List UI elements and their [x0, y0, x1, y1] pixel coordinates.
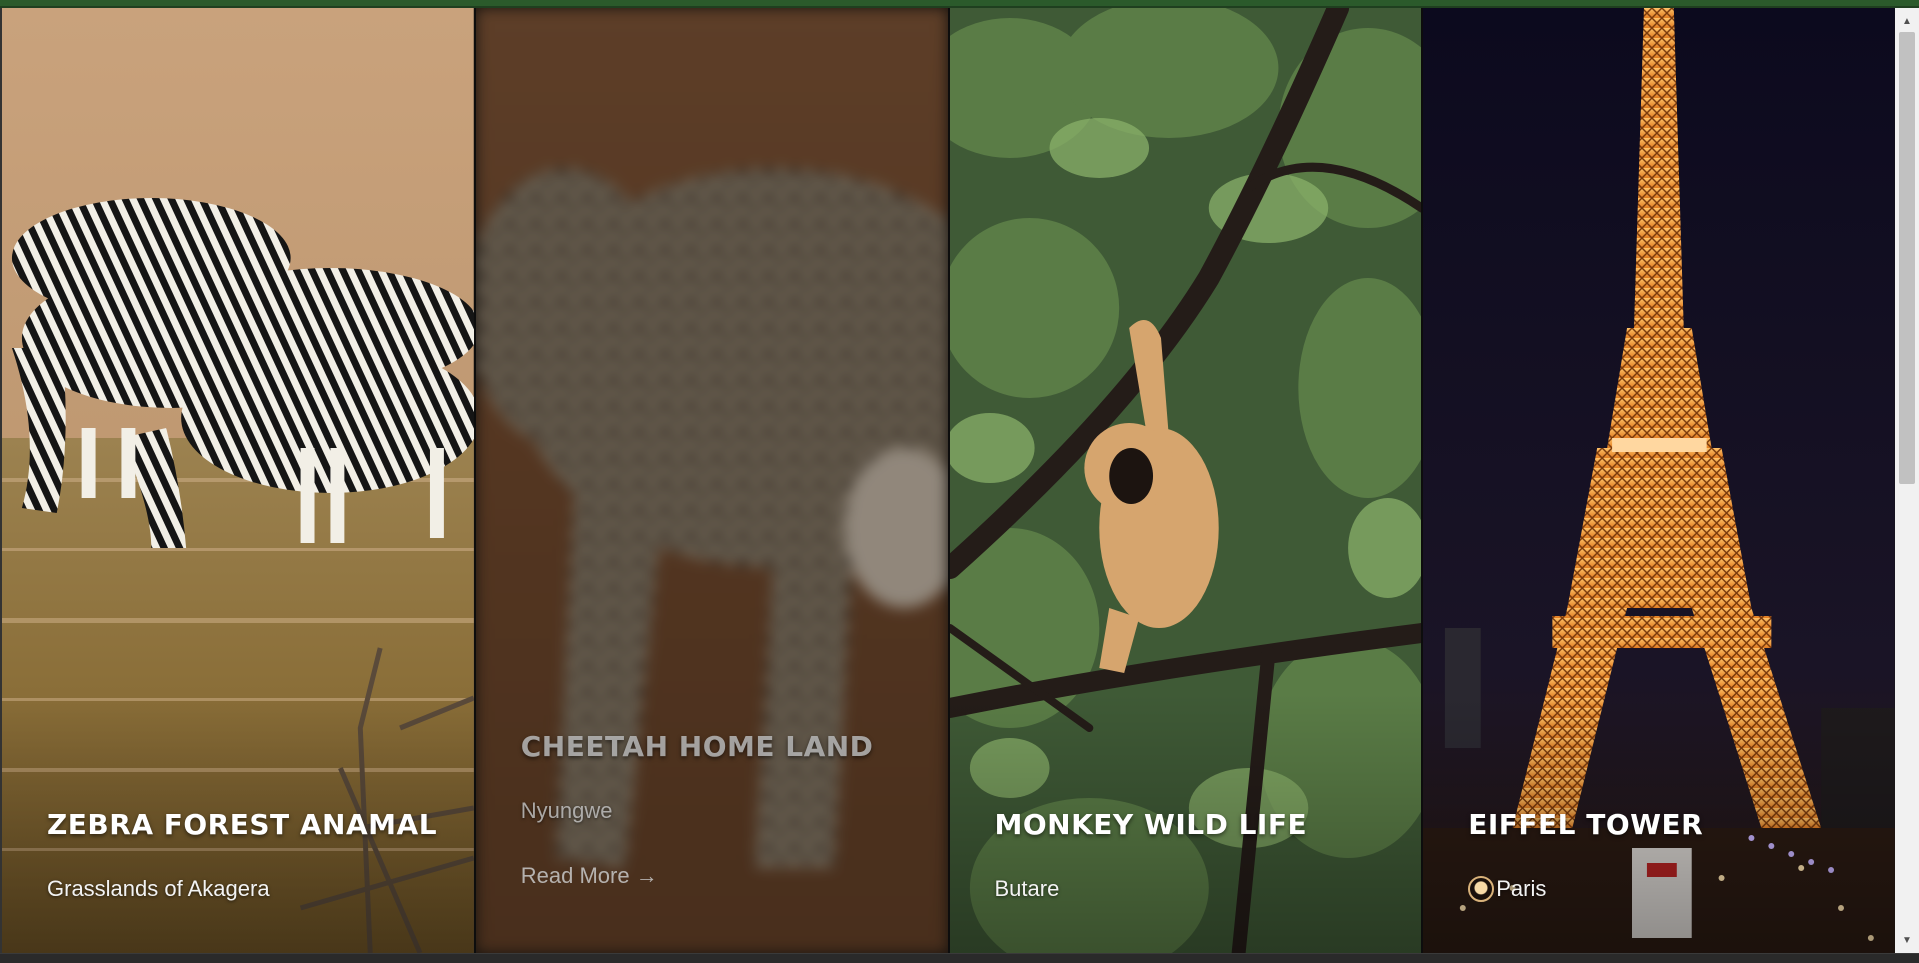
card-location: Nyungwe	[520, 798, 613, 823]
card-title: MONKEY WILD LIFE	[994, 808, 1308, 841]
card-monkey[interactable]: MONKEY WILD LIFE Butare	[947, 8, 1422, 953]
card-eiffel[interactable]: EIFFEL TOWER Paris	[1421, 8, 1895, 953]
card-location: Butare	[994, 876, 1060, 901]
bottom-bar	[0, 953, 1919, 963]
vertical-scrollbar[interactable]: ▲ ▼	[1895, 8, 1919, 953]
card-title: ZEBRA FOREST ANAMAL	[47, 808, 438, 841]
location-pin-icon	[1468, 876, 1495, 902]
scroll-up-arrow-icon[interactable]: ▲	[1895, 10, 1919, 32]
card-title: EIFFEL TOWER	[1468, 808, 1704, 841]
scroll-down-arrow-icon[interactable]: ▼	[1895, 929, 1919, 951]
scrollbar-thumb[interactable]	[1899, 32, 1915, 484]
card-location-row: Paris	[1468, 876, 1546, 902]
read-more-link[interactable]: Read More →	[521, 863, 658, 889]
destination-gallery: ZEBRA FOREST ANAMAL Grasslands of Akager…	[0, 8, 1895, 953]
card-location: Paris	[1496, 876, 1547, 901]
card-location: Grasslands of Akagera	[47, 876, 270, 901]
top-accent-bar	[0, 0, 1919, 8]
card-cheetah[interactable]: CHEETAH HOME LAND Nyungwe Read More →	[473, 8, 948, 953]
card-title: CHEETAH HOME LAND	[520, 730, 874, 763]
card-zebra[interactable]: ZEBRA FOREST ANAMAL Grasslands of Akager…	[0, 8, 474, 953]
